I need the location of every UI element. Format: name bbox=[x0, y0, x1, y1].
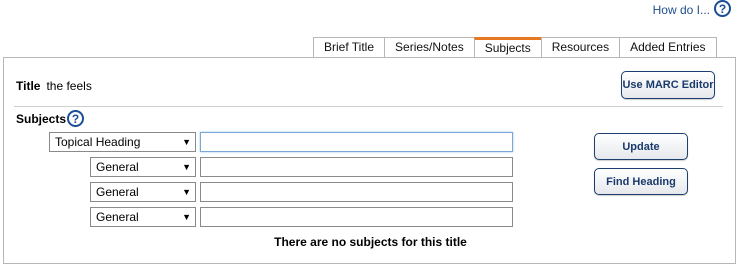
subject-type-value: Topical Heading bbox=[55, 135, 141, 149]
subject-heading-input-3[interactable] bbox=[200, 182, 513, 202]
subject-heading-input-1[interactable] bbox=[200, 132, 513, 152]
tab-series-notes[interactable]: Series/Notes bbox=[384, 37, 475, 58]
dropdown-arrow-icon: ▼ bbox=[182, 162, 191, 172]
help-question-icon[interactable]: ? bbox=[714, 0, 731, 17]
dropdown-arrow-icon: ▼ bbox=[182, 187, 191, 197]
no-subjects-message: There are no subjects for this title bbox=[274, 235, 467, 249]
subject-type-value: General bbox=[96, 160, 139, 174]
use-marc-editor-button[interactable]: Use MARC Editor bbox=[621, 71, 715, 99]
section-divider bbox=[14, 106, 723, 107]
dropdown-arrow-icon: ▼ bbox=[182, 137, 191, 147]
how-do-i-label: How do I... bbox=[652, 2, 710, 17]
how-do-i-help-link[interactable]: How do I... ? bbox=[653, 0, 731, 17]
tab-resources[interactable]: Resources bbox=[540, 37, 621, 58]
subjects-label: Subjects bbox=[16, 111, 67, 126]
find-heading-button[interactable]: Find Heading bbox=[594, 168, 688, 195]
subject-type-value: General bbox=[96, 210, 139, 224]
subject-type-value: General bbox=[96, 185, 139, 199]
title-row: Title the feels bbox=[16, 79, 92, 93]
subject-type-select-4[interactable]: General ▼ bbox=[90, 207, 196, 227]
subject-heading-input-4[interactable] bbox=[200, 207, 513, 227]
subject-type-select-3[interactable]: General ▼ bbox=[90, 182, 196, 202]
tab-brief-title[interactable]: Brief Title bbox=[313, 37, 386, 58]
title-label: Title bbox=[16, 79, 41, 93]
subject-type-select-2[interactable]: General ▼ bbox=[90, 157, 196, 177]
subjects-panel: Title the feels Use MARC Editor Subjects … bbox=[3, 57, 736, 264]
update-button[interactable]: Update bbox=[594, 133, 688, 160]
subject-type-select-1[interactable]: Topical Heading ▼ bbox=[49, 132, 196, 152]
title-value: the feels bbox=[46, 79, 92, 93]
subjects-help-icon[interactable]: ? bbox=[67, 110, 85, 127]
tab-subjects[interactable]: Subjects bbox=[473, 37, 542, 58]
subject-heading-input-2[interactable] bbox=[200, 157, 513, 177]
dropdown-arrow-icon: ▼ bbox=[182, 212, 191, 222]
subjects-heading: Subjects ? bbox=[16, 110, 85, 127]
record-tabs: Brief Title Series/Notes Subjects Resour… bbox=[313, 37, 717, 58]
tab-added-entries[interactable]: Added Entries bbox=[619, 37, 717, 58]
